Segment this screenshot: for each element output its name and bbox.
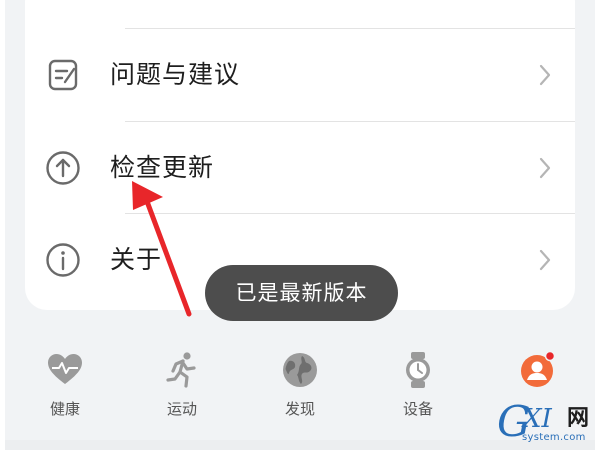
watch-icon <box>406 352 430 388</box>
profile-icon <box>521 350 556 387</box>
settings-card: 问题与建议 检查更新 关于 <box>25 0 575 310</box>
nav-label: 健康 <box>49 400 80 418</box>
nav-item-devices[interactable]: 设备 <box>378 350 458 420</box>
settings-item-label: 问题与建议 <box>110 60 241 89</box>
watermark-logo: G XI 网 system.com <box>497 397 590 446</box>
divider <box>125 213 575 214</box>
divider <box>125 28 575 29</box>
settings-item-label: 关于 <box>110 245 163 274</box>
settings-item-check-update[interactable]: 检查更新 <box>25 123 575 213</box>
chevron-right-icon <box>539 249 551 271</box>
info-icon <box>46 243 80 277</box>
running-icon <box>166 352 196 388</box>
chevron-right-icon <box>539 64 551 86</box>
app-screen: 问题与建议 检查更新 关于 已是最新版本 健康 运动 发现 设备 <box>5 0 595 450</box>
nav-label: 运动 <box>166 400 197 418</box>
divider <box>125 121 575 122</box>
globe-icon <box>283 353 317 387</box>
nav-label: 发现 <box>284 400 315 418</box>
update-icon <box>46 151 80 185</box>
nav-item-discover[interactable]: 发现 <box>260 350 340 420</box>
feedback-icon <box>48 59 78 91</box>
nav-label: 设备 <box>402 400 433 418</box>
toast-message: 已是最新版本 <box>205 265 398 321</box>
chevron-right-icon <box>539 157 551 179</box>
nav-item-exercise[interactable]: 运动 <box>142 350 222 420</box>
notification-badge <box>544 350 556 362</box>
heart-icon <box>48 354 82 384</box>
settings-item-feedback[interactable]: 问题与建议 <box>25 30 575 120</box>
nav-item-health[interactable]: 健康 <box>25 350 105 420</box>
settings-item-label: 检查更新 <box>110 153 215 182</box>
